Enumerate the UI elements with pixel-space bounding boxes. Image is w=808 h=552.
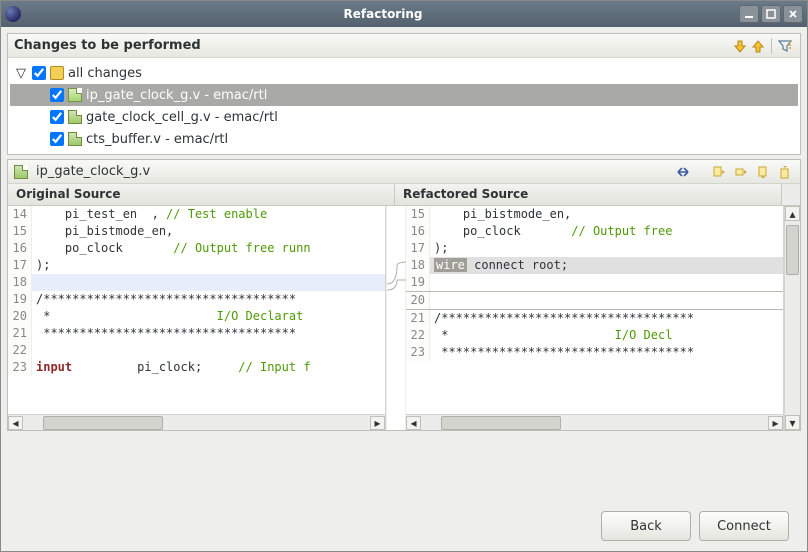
refactored-code[interactable]: 15 pi_bistmode_en,16 po_clock // Output … (406, 206, 783, 414)
item-checkbox[interactable] (50, 88, 64, 102)
window-close-button[interactable] (783, 5, 803, 23)
item-checkbox[interactable] (50, 132, 64, 146)
window-titlebar: Refactoring (1, 1, 807, 27)
tree-root[interactable]: ▽ all changes (10, 62, 798, 84)
refactored-pane: 15 pi_bistmode_en,16 po_clock // Output … (406, 206, 784, 430)
item-file: gate_clock_cell_g.v (86, 110, 211, 125)
connect-button[interactable]: Connect (699, 511, 789, 541)
h-scrollbar[interactable]: ◂ ▸ (406, 414, 783, 430)
original-pane: 14 pi_test_en , // Test enable15 pi_bist… (8, 206, 386, 430)
prev-diff-icon[interactable] (776, 163, 794, 181)
diff-filename: ip_gate_clock_g.v (36, 164, 150, 179)
app-icon (5, 6, 21, 22)
diff-gutter (386, 206, 406, 430)
tree-item[interactable]: cts_buffer.v - emac/rtl (10, 128, 798, 150)
item-loc: emac/rtl (224, 110, 278, 125)
file-icon (14, 165, 28, 179)
filter-icon[interactable] (776, 37, 794, 55)
scroll-down-icon[interactable]: ▾ (785, 415, 800, 430)
back-button[interactable]: Back (601, 511, 691, 541)
scroll-right-icon[interactable]: ▸ (768, 416, 783, 430)
refactored-header: Refactored Source (395, 184, 782, 206)
window-title: Refactoring (27, 7, 739, 21)
tree-item[interactable]: ip_gate_clock_g.v - emac/rtl (10, 84, 798, 106)
root-checkbox[interactable] (32, 66, 46, 80)
changes-header: Changes to be performed (14, 38, 201, 53)
scroll-left-icon[interactable]: ◂ (406, 416, 421, 430)
scroll-left-icon[interactable]: ◂ (8, 416, 23, 430)
copy-left-right-icon[interactable] (674, 163, 692, 181)
expand-toggle-icon[interactable]: ▽ (14, 66, 28, 81)
prev-change-icon[interactable] (749, 37, 767, 55)
original-code[interactable]: 14 pi_test_en , // Test enable15 pi_bist… (8, 206, 385, 414)
scroll-thumb[interactable] (786, 225, 799, 275)
changes-tree: ▽ all changes ip_gate_clock_g.v - emac/r… (8, 58, 800, 154)
file-icon (68, 132, 82, 146)
original-header: Original Source (8, 184, 395, 206)
diff-panel: ip_gate_clock_g.v Original Source Refact… (7, 159, 801, 431)
changes-icon (50, 66, 64, 80)
v-scrollbar[interactable]: ▴ ▾ (784, 206, 800, 430)
h-scrollbar[interactable]: ◂ ▸ (8, 414, 385, 430)
scroll-right-icon[interactable]: ▸ (370, 416, 385, 430)
scroll-thumb[interactable] (43, 416, 163, 430)
window-maximize-button[interactable] (761, 5, 781, 23)
file-icon (68, 88, 82, 102)
tree-item[interactable]: gate_clock_cell_g.v - emac/rtl (10, 106, 798, 128)
next-diff-icon[interactable] (754, 163, 772, 181)
file-icon (68, 110, 82, 124)
button-bar: Back Connect (7, 431, 801, 541)
copy-current-right-icon[interactable] (732, 163, 750, 181)
copy-all-right-icon[interactable] (710, 163, 728, 181)
item-loc: emac/rtl (174, 132, 228, 147)
changes-panel: Changes to be performed ▽ all changes ip… (7, 33, 801, 155)
item-file: ip_gate_clock_g.v (86, 88, 200, 103)
root-label: all changes (68, 66, 142, 81)
item-loc: emac/rtl (213, 88, 267, 103)
scroll-thumb[interactable] (441, 416, 561, 430)
item-file: cts_buffer.v (86, 132, 161, 147)
item-checkbox[interactable] (50, 110, 64, 124)
scroll-up-icon[interactable]: ▴ (785, 206, 800, 221)
window-minimize-button[interactable] (739, 5, 759, 23)
next-change-icon[interactable] (731, 37, 749, 55)
